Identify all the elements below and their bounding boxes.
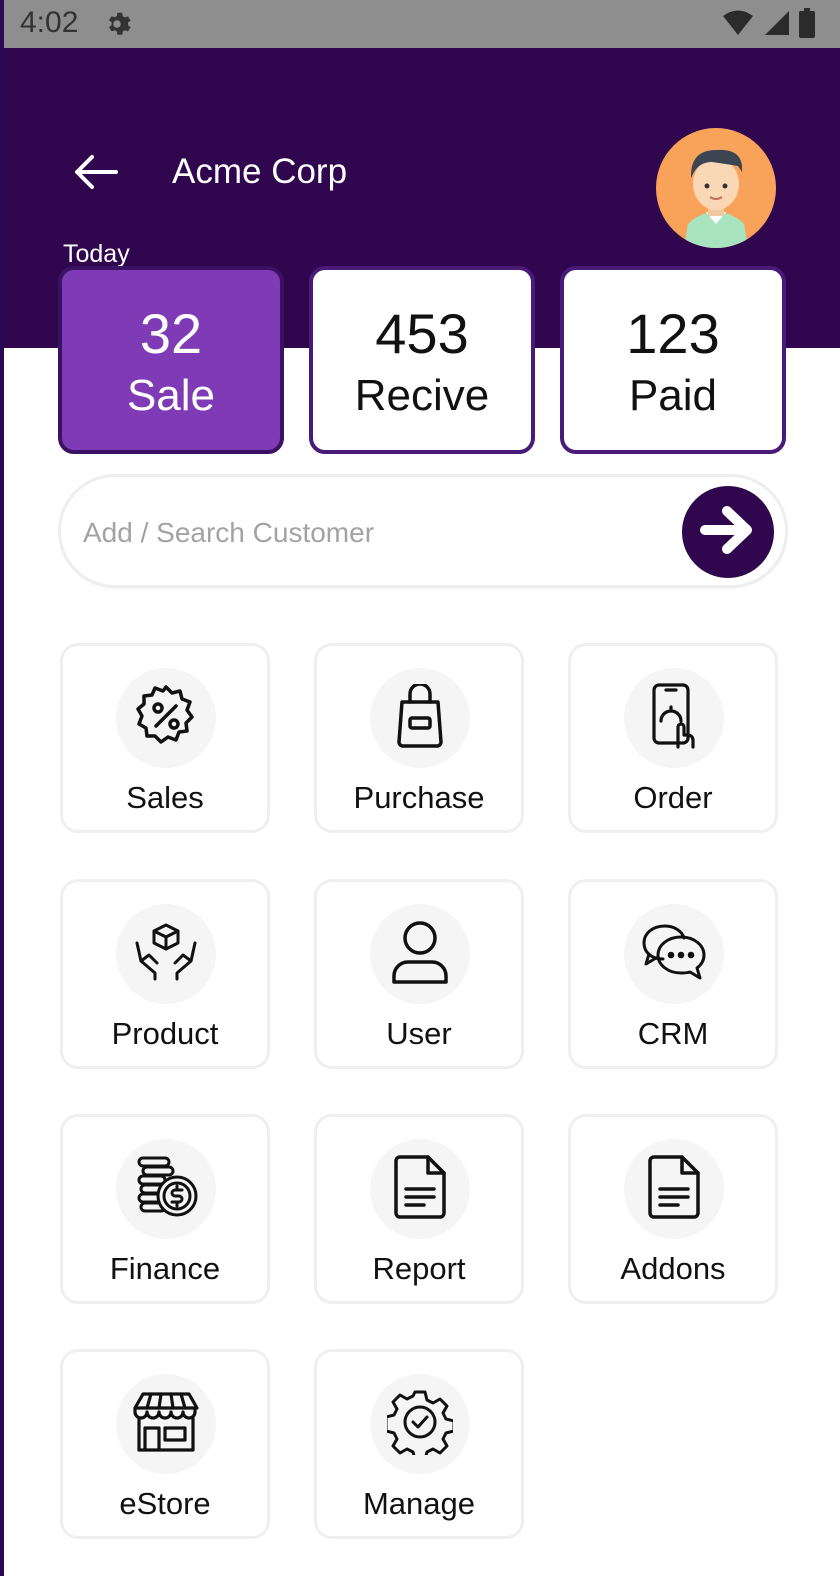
tile-label: Sales bbox=[126, 780, 204, 815]
user-icon bbox=[390, 920, 450, 989]
window-edge bbox=[0, 0, 4, 1576]
status-time: 4:02 bbox=[20, 6, 79, 39]
tile-product[interactable]: Product bbox=[60, 879, 270, 1069]
document-icon bbox=[392, 1154, 448, 1224]
tile-finance[interactable]: Finance bbox=[60, 1114, 270, 1304]
coins-icon bbox=[133, 1154, 199, 1225]
avatar[interactable] bbox=[656, 128, 776, 248]
gear-check-icon bbox=[384, 1389, 456, 1461]
tile-label: eStore bbox=[119, 1486, 211, 1521]
tile-manage[interactable]: Manage bbox=[314, 1349, 524, 1539]
stat-label: Paid bbox=[628, 371, 718, 420]
tile-user[interactable]: User bbox=[314, 879, 524, 1069]
battery-icon bbox=[798, 8, 816, 43]
company-name: Acme Corp bbox=[172, 152, 348, 191]
stat-card-receive[interactable]: 453 Recive bbox=[309, 266, 535, 454]
stat-label: Recive bbox=[354, 371, 490, 420]
tile-label: Purchase bbox=[353, 780, 485, 815]
tile-label: Report bbox=[372, 1251, 466, 1286]
tile-estore[interactable]: eStore bbox=[60, 1349, 270, 1539]
tile-addons[interactable]: Addons bbox=[568, 1114, 778, 1304]
tile-crm[interactable]: CRM bbox=[568, 879, 778, 1069]
arrow-right-icon bbox=[699, 505, 757, 560]
stat-card-sale[interactable]: 32 Sale bbox=[58, 266, 284, 454]
back-button[interactable] bbox=[22, 104, 170, 244]
tile-label: Addons bbox=[620, 1251, 726, 1286]
shopping-bag-icon bbox=[392, 681, 448, 753]
search-go-button[interactable] bbox=[682, 486, 774, 578]
customer-search-bar bbox=[58, 474, 788, 588]
document-icon bbox=[646, 1154, 702, 1224]
store-icon bbox=[133, 1391, 199, 1457]
chat-bubbles-icon bbox=[641, 923, 707, 986]
stat-value: 123 bbox=[626, 302, 720, 365]
wifi-icon bbox=[722, 9, 754, 42]
tile-label: Order bbox=[633, 780, 713, 815]
cell-signal-icon bbox=[762, 9, 790, 42]
tile-label: CRM bbox=[637, 1016, 709, 1051]
tile-label: Finance bbox=[109, 1251, 221, 1286]
stat-value: 32 bbox=[139, 302, 203, 365]
status-bar: 4:02 bbox=[0, 0, 840, 48]
settings-gear-icon bbox=[102, 9, 132, 39]
tile-label: User bbox=[386, 1016, 452, 1051]
stat-value: 453 bbox=[375, 302, 469, 365]
percent-badge-icon bbox=[134, 684, 198, 753]
period-label: Today bbox=[63, 240, 130, 268]
tile-label: Manage bbox=[362, 1486, 476, 1521]
tile-sales[interactable]: Sales bbox=[60, 643, 270, 833]
stat-label: Sale bbox=[126, 371, 216, 420]
tile-report[interactable]: Report bbox=[314, 1114, 524, 1304]
mobile-order-icon bbox=[646, 682, 702, 754]
stat-card-paid[interactable]: 123 Paid bbox=[560, 266, 786, 454]
product-hands-icon bbox=[133, 921, 199, 988]
arrow-left-icon bbox=[72, 154, 120, 195]
customer-search-input[interactable] bbox=[83, 507, 663, 559]
tile-order[interactable]: Order bbox=[568, 643, 778, 833]
tile-label: Product bbox=[111, 1016, 219, 1051]
tile-purchase[interactable]: Purchase bbox=[314, 643, 524, 833]
